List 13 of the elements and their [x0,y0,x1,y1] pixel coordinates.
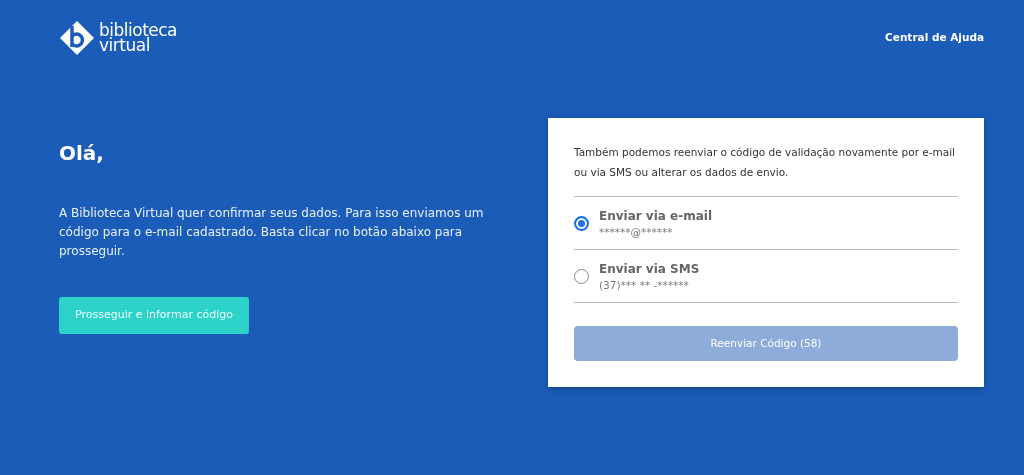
option-label[interactable]: Enviar via e-mail [599,207,713,225]
radio-button[interactable] [574,269,589,285]
intro-text: A Biblioteca Virtual quer confirmar seus dados. Para isso enviamos um código para o e-mail cadastrado. Basta clicar no botão abaixo para prosseguir. [59,205,485,260]
heading: Olá, [59,140,105,167]
logo-text: virtual [99,37,150,53]
radio-button[interactable] [574,216,589,232]
info-text: Também podemos reenviar o código de validação novamente por e-mail ou via SMS ou alterar os dados de envio. [574,145,957,180]
option-detail: (37)*** ** -****** [599,277,690,293]
option-detail: ******@****** [599,225,674,240]
logo-icon [59,19,95,56]
help-link[interactable]: Central de Ajuda [885,29,984,46]
logo-text: biblioteca [99,22,178,38]
option-label[interactable]: Enviar via SMS [599,259,700,278]
